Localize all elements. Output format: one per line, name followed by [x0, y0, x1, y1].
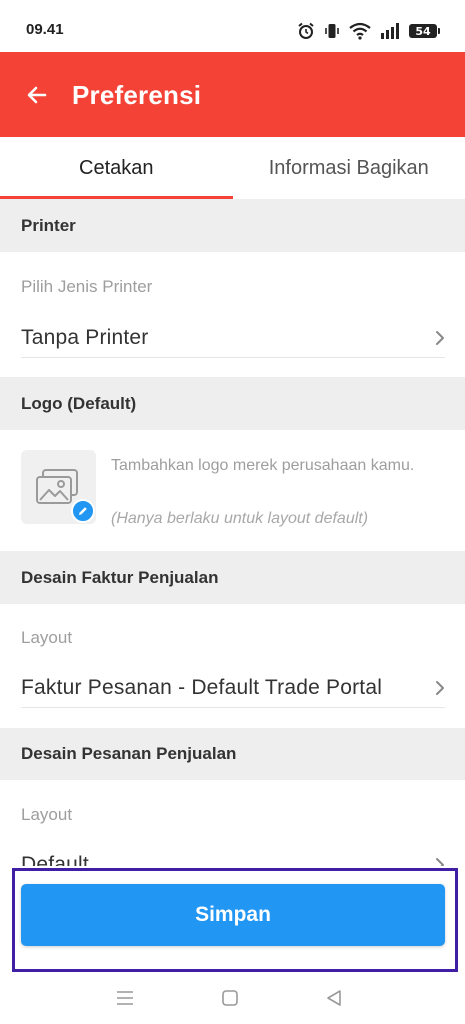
tab-bar: Cetakan Informasi Bagikan: [0, 137, 465, 199]
status-icons: 54: [297, 20, 440, 42]
arrow-left-icon: [27, 86, 47, 104]
alarm-icon: [297, 22, 315, 40]
printer-type-value: Tanpa Printer: [21, 325, 149, 349]
logo-note: (Hanya berlaku untuk layout default): [111, 510, 369, 527]
battery-icon: 54: [409, 24, 440, 38]
system-nav-bar: [0, 972, 465, 1024]
home-square-icon[interactable]: [218, 986, 242, 1010]
printer-type-select[interactable]: Tanpa Printer: [21, 318, 445, 358]
back-triangle-icon[interactable]: [322, 986, 346, 1010]
order-layout-label: Layout: [21, 805, 73, 824]
printer-type-label: Pilih Jenis Printer: [21, 277, 153, 296]
invoice-layout-value: Faktur Pesanan - Default Trade Portal: [21, 675, 383, 699]
logo-upload[interactable]: [21, 450, 96, 524]
chevron-right-icon: [427, 329, 445, 347]
app-bar: Preferensi: [0, 52, 465, 137]
section-header-invoice-design: Desain Faktur Penjualan: [0, 551, 465, 604]
menu-icon[interactable]: [113, 986, 137, 1010]
page-title: Preferensi: [72, 80, 202, 110]
vibrate-icon: [324, 22, 340, 40]
signal-icon: [380, 23, 400, 39]
logo-description: Tambahkan logo merek perusahaan kamu.: [111, 457, 415, 474]
wifi-icon: [349, 22, 371, 40]
back-button[interactable]: [22, 80, 52, 110]
tab-informasi-bagikan[interactable]: Informasi Bagikan: [233, 137, 465, 199]
image-icon: [36, 469, 78, 504]
invoice-layout-label: Layout: [21, 628, 73, 647]
section-header-order-design: Desain Pesanan Penjualan: [0, 728, 465, 780]
chevron-right-icon: [427, 679, 445, 697]
battery-level: 54: [415, 24, 431, 38]
invoice-layout-select[interactable]: Faktur Pesanan - Default Trade Portal: [21, 668, 445, 708]
section-header-logo: Logo (Default): [0, 377, 465, 430]
status-time: 09.41: [26, 21, 64, 38]
section-header-printer: Printer: [0, 199, 465, 252]
tab-cetakan[interactable]: Cetakan: [0, 137, 233, 199]
save-button[interactable]: Simpan: [21, 884, 445, 946]
edit-pencil-icon[interactable]: [71, 499, 95, 523]
status-bar: 09.41 54: [0, 0, 465, 52]
